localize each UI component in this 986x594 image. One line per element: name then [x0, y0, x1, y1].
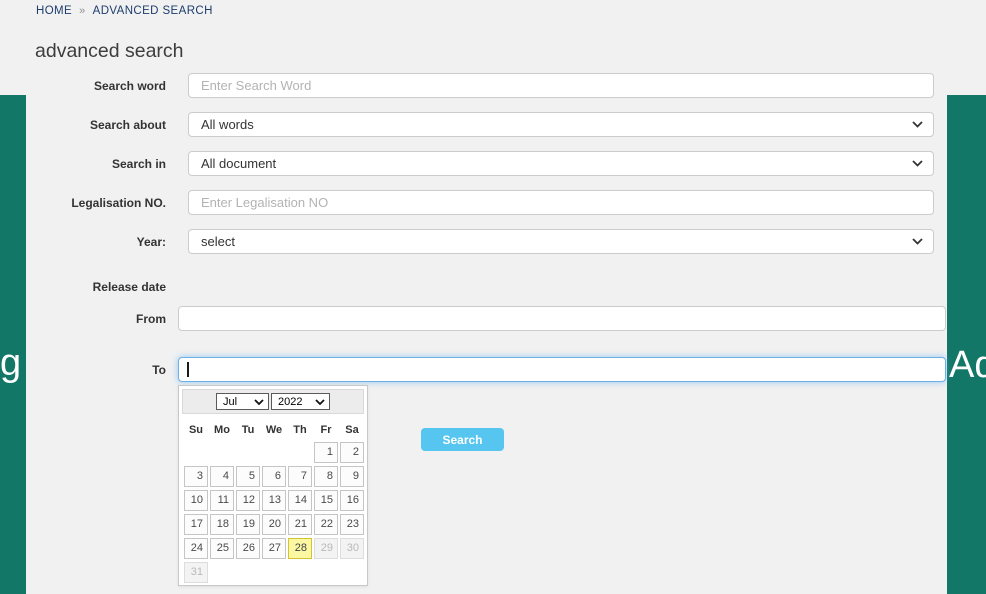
calendar-day-23[interactable]: 23 — [340, 514, 364, 535]
calendar-day-19[interactable]: 19 — [236, 514, 260, 535]
calendar-day-12[interactable]: 12 — [236, 490, 260, 511]
year-picker-select[interactable]: 2022 — [271, 393, 330, 410]
calendar-day-4[interactable]: 4 — [210, 466, 234, 487]
calendar-day-28[interactable]: 28 — [288, 538, 312, 559]
search-word-label: Search word — [0, 79, 166, 93]
day-of-week-label: Tu — [236, 424, 260, 436]
breadcrumb-home-link[interactable]: HOME — [36, 5, 72, 17]
datepicker-header: Jul 2022 — [182, 389, 364, 414]
calendar-day-21[interactable]: 21 — [288, 514, 312, 535]
calendar-day-8[interactable]: 8 — [314, 466, 338, 487]
day-of-week-label: Th — [288, 424, 312, 436]
day-of-week-label: Sa — [340, 424, 364, 436]
background-text-right: Ad — [949, 346, 986, 384]
search-in-select[interactable]: All document — [188, 151, 934, 176]
to-label: To — [0, 363, 166, 377]
month-value: Jul — [223, 396, 237, 408]
calendar-day-15[interactable]: 15 — [314, 490, 338, 511]
legalisation-no-label: Legalisation NO. — [0, 196, 166, 210]
month-select[interactable]: Jul — [216, 393, 269, 410]
calendar-day-11[interactable]: 11 — [210, 490, 234, 511]
day-of-week-label: We — [262, 424, 286, 436]
day-of-week-label: Su — [184, 424, 208, 436]
calendar-day-16[interactable]: 16 — [340, 490, 364, 511]
from-label: From — [0, 312, 166, 326]
text-cursor — [187, 362, 189, 377]
calendar-day-5[interactable]: 5 — [236, 466, 260, 487]
day-of-week-label: Mo — [210, 424, 234, 436]
breadcrumb-current-link[interactable]: ADVANCED SEARCH — [93, 5, 213, 17]
search-in-value: All document — [201, 156, 276, 171]
calendar-day-29: 29 — [314, 538, 338, 559]
calendar-day-1[interactable]: 1 — [314, 442, 338, 463]
calendar-day-26[interactable]: 26 — [236, 538, 260, 559]
search-in-label: Search in — [0, 157, 166, 171]
chevron-down-icon — [254, 399, 264, 405]
search-button[interactable]: Search — [421, 428, 504, 451]
calendar-day-22[interactable]: 22 — [314, 514, 338, 535]
year-label: Year: — [0, 235, 166, 249]
calendar-day-14[interactable]: 14 — [288, 490, 312, 511]
calendar-day-17[interactable]: 17 — [184, 514, 208, 535]
chevron-down-icon — [912, 160, 923, 167]
calendar-day-2[interactable]: 2 — [340, 442, 364, 463]
search-about-select[interactable]: All words — [188, 112, 934, 137]
search-about-label: Search about — [0, 118, 166, 132]
page-title: advanced search — [35, 40, 184, 63]
calendar-day-31: 31 — [184, 562, 208, 583]
calendar-day-25[interactable]: 25 — [210, 538, 234, 559]
search-about-value: All words — [201, 117, 254, 132]
chevron-down-icon — [912, 238, 923, 245]
calendar-day-10[interactable]: 10 — [184, 490, 208, 511]
breadcrumb: HOME » ADVANCED SEARCH — [36, 5, 213, 17]
calendar-day-30: 30 — [340, 538, 364, 559]
chevron-down-icon — [315, 399, 325, 405]
calendar-day-20[interactable]: 20 — [262, 514, 286, 535]
calendar-grid: 1234567891011121314151617181920212223242… — [179, 439, 367, 583]
year-picker-value: 2022 — [278, 396, 302, 408]
from-date-input[interactable] — [178, 306, 946, 331]
calendar-day-27[interactable]: 27 — [262, 538, 286, 559]
release-date-label: Release date — [0, 280, 166, 294]
legalisation-no-input[interactable] — [188, 190, 934, 215]
chevron-down-icon — [912, 121, 923, 128]
to-date-input[interactable] — [178, 357, 946, 382]
calendar-day-3[interactable]: 3 — [184, 466, 208, 487]
search-word-input[interactable] — [188, 73, 934, 98]
calendar-day-6[interactable]: 6 — [262, 466, 286, 487]
calendar-day-headers: SuMoTuWeThFrSa — [179, 417, 367, 439]
calendar-day-18[interactable]: 18 — [210, 514, 234, 535]
year-value: select — [201, 234, 235, 249]
calendar-day-7[interactable]: 7 — [288, 466, 312, 487]
calendar-day-24[interactable]: 24 — [184, 538, 208, 559]
datepicker-popup: Jul 2022 SuMoTuWeThFrSa 1234567891011121… — [178, 385, 368, 586]
day-of-week-label: Fr — [314, 424, 338, 436]
background-strip-right: Ad — [947, 95, 986, 594]
calendar-day-9[interactable]: 9 — [340, 466, 364, 487]
year-select[interactable]: select — [188, 229, 934, 254]
breadcrumb-separator: » — [79, 5, 86, 17]
calendar-day-13[interactable]: 13 — [262, 490, 286, 511]
